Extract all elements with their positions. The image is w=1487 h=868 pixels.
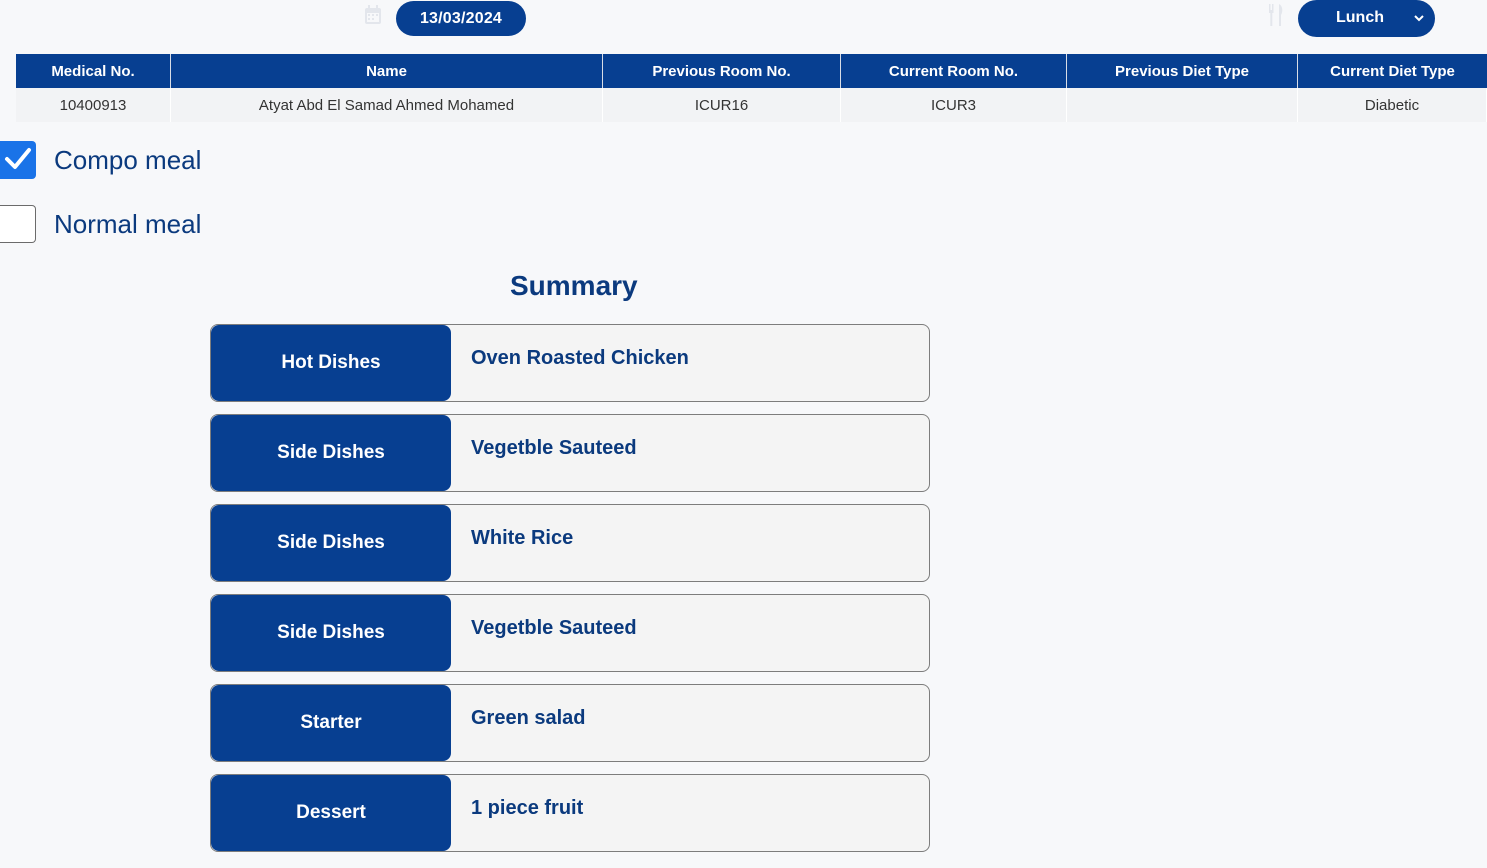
checkmark-icon xyxy=(5,148,31,169)
summary-dish: Oven Roasted Chicken xyxy=(471,347,689,369)
summary-item: Side Dishes White Rice xyxy=(210,504,930,582)
summary-item: Starter Green salad xyxy=(210,684,930,762)
summary-category: Dessert xyxy=(211,775,451,851)
summary-dish: White Rice xyxy=(471,527,574,549)
compo-meal-checkbox[interactable] xyxy=(0,141,36,179)
current-room-cell: ICUR3 xyxy=(841,88,1067,122)
current-diet-cell: Diabetic xyxy=(1298,88,1487,122)
date-picker-button[interactable]: 13/03/2024 xyxy=(396,1,526,36)
calendar-icon xyxy=(365,5,381,24)
column-header: Current Room No. xyxy=(841,54,1067,88)
summary-item: Dessert 1 piece fruit xyxy=(210,774,930,852)
name-cell: Atyat Abd El Samad Ahmed Mohamed xyxy=(171,88,603,122)
summary-category: Hot Dishes xyxy=(211,325,451,401)
previous-room-cell: ICUR16 xyxy=(603,88,841,122)
summary-dish: Vegetble Sauteed xyxy=(471,617,637,639)
compo-meal-option[interactable]: Compo meal xyxy=(0,141,201,179)
summary-category: Side Dishes xyxy=(211,505,451,581)
column-header: Previous Diet Type xyxy=(1067,54,1298,88)
previous-diet-cell xyxy=(1067,88,1298,122)
summary-category: Side Dishes xyxy=(211,595,451,671)
summary-title: Summary xyxy=(510,270,638,301)
summary-dish: Vegetble Sauteed xyxy=(471,437,637,459)
table-header-row: Medical No. Name Previous Room No. Curre… xyxy=(16,54,1487,88)
summary-dish: 1 piece fruit xyxy=(471,797,584,819)
column-header: Current Diet Type xyxy=(1298,54,1487,88)
column-header: Previous Room No. xyxy=(603,54,841,88)
summary-item: Side Dishes Vegetble Sauteed xyxy=(210,414,930,492)
patient-table: Medical No. Name Previous Room No. Curre… xyxy=(16,54,1487,122)
meal-type-value: Lunch xyxy=(1336,9,1384,26)
column-header: Medical No. xyxy=(16,54,171,88)
summary-item: Side Dishes Vegetble Sauteed xyxy=(210,594,930,672)
normal-meal-checkbox[interactable] xyxy=(0,205,36,243)
normal-meal-option[interactable]: Normal meal xyxy=(0,205,201,243)
fork-knife-icon xyxy=(1269,4,1283,26)
summary-item: Hot Dishes Oven Roasted Chicken xyxy=(210,324,930,402)
summary-category: Starter xyxy=(211,685,451,761)
summary-dish: Green salad xyxy=(471,707,586,729)
medical-no-cell: 10400913 xyxy=(16,88,171,122)
compo-meal-label: Compo meal xyxy=(54,144,202,175)
column-header: Name xyxy=(171,54,603,88)
chevron-down-icon xyxy=(1414,15,1424,22)
normal-meal-label: Normal meal xyxy=(54,208,202,239)
meal-type-select[interactable]: Lunch xyxy=(1298,0,1435,37)
table-row[interactable]: 10400913 Atyat Abd El Samad Ahmed Mohame… xyxy=(16,88,1487,122)
date-value: 13/03/2024 xyxy=(419,9,503,27)
summary-category: Side Dishes xyxy=(211,415,451,491)
